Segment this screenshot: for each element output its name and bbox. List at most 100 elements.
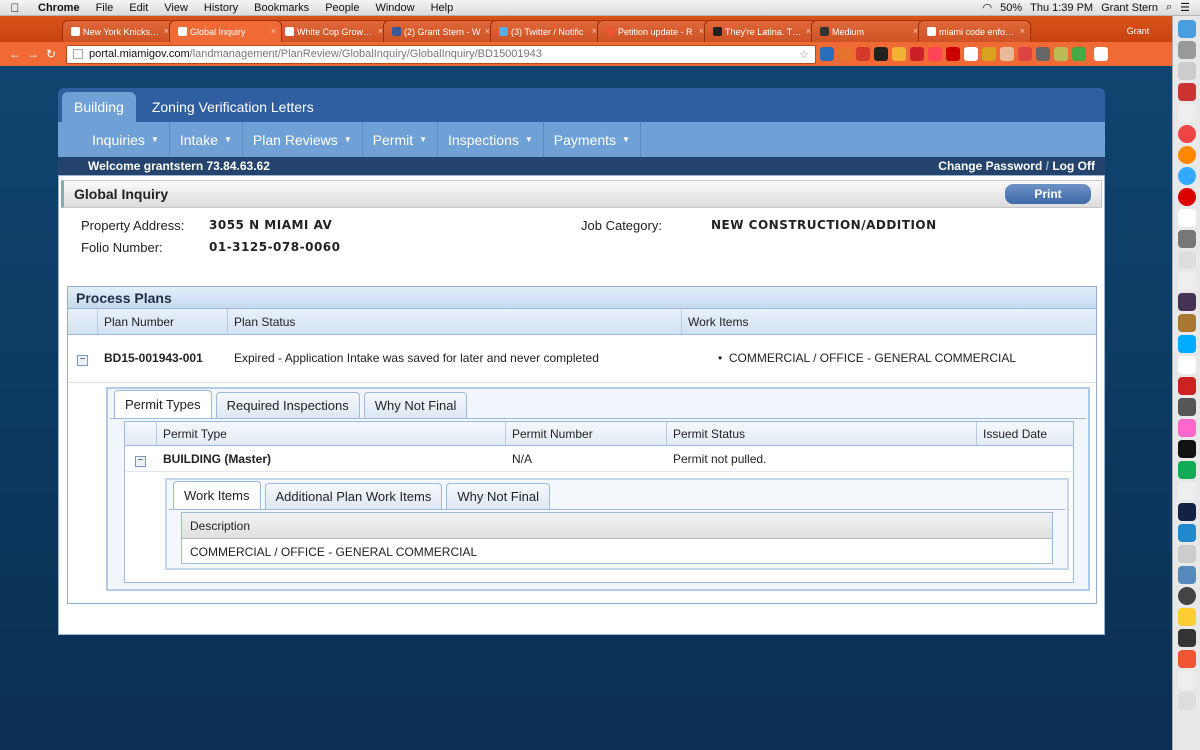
extension-icon[interactable]	[964, 47, 978, 61]
safari-icon[interactable]	[1177, 167, 1196, 185]
browser-tab[interactable]: New York Knicks to ×	[62, 20, 175, 42]
tab-additional-plan-work-items[interactable]: Additional Plan Work Items	[264, 483, 443, 509]
extension-icon[interactable]	[838, 47, 852, 61]
profile-button[interactable]: Grant	[1116, 20, 1166, 42]
menu-file[interactable]: File	[88, 2, 122, 14]
chrome-icon[interactable]	[1177, 125, 1196, 143]
extension-icon[interactable]	[982, 47, 996, 61]
menu-view[interactable]: View	[156, 2, 196, 14]
extension-icon[interactable]	[892, 47, 906, 61]
menu-people[interactable]: People	[317, 2, 367, 14]
launchpad-icon[interactable]	[1177, 41, 1196, 59]
forward-arrow-icon[interactable]: →	[24, 47, 42, 61]
extension-icon[interactable]	[946, 47, 960, 61]
tab-permit-types[interactable]: Permit Types	[114, 390, 212, 418]
menu-edit[interactable]: Edit	[121, 2, 156, 14]
menu-app-name[interactable]: Chrome	[30, 2, 88, 14]
col-issued-date[interactable]: Issued Date	[977, 422, 1073, 445]
itunes-icon[interactable]	[1177, 419, 1196, 437]
tab-building[interactable]: Building	[62, 92, 136, 122]
app-icon[interactable]	[1177, 629, 1196, 647]
extension-icon[interactable]	[874, 47, 888, 61]
close-tab-icon[interactable]: ×	[1020, 26, 1025, 36]
close-tab-icon[interactable]: ×	[271, 26, 276, 36]
collapse-icon[interactable]: −	[135, 456, 146, 467]
tab-required-inspections[interactable]: Required Inspections	[215, 392, 360, 418]
col-plan-number[interactable]: Plan Number	[98, 309, 228, 334]
col-plan-status[interactable]: Plan Status	[228, 309, 682, 334]
opera-icon[interactable]	[1177, 188, 1196, 206]
skype-icon[interactable]	[1177, 335, 1196, 353]
menu-icon[interactable]	[1094, 47, 1108, 61]
app-icon[interactable]	[1177, 251, 1196, 269]
change-password-link[interactable]: Change Password	[938, 159, 1042, 173]
spotlight-icon[interactable]: ⌕	[1166, 1, 1172, 14]
tab-why-not-final[interactable]: Why Not Final	[446, 483, 550, 509]
address-bar[interactable]: portal.miamigov.com/landmanagement/PlanR…	[66, 44, 816, 64]
extension-icon[interactable]	[820, 47, 834, 61]
app-icon[interactable]	[1177, 377, 1196, 395]
acrobat-icon[interactable]	[1177, 482, 1196, 500]
terminal-icon[interactable]	[1177, 440, 1196, 458]
app-icon[interactable]	[1177, 671, 1196, 689]
wifi-icon[interactable]: ◠	[982, 1, 992, 14]
app-icon[interactable]	[1177, 209, 1196, 227]
app-icon[interactable]	[1177, 83, 1196, 101]
apple-menu-icon[interactable]: 	[0, 1, 30, 15]
photoshop-icon[interactable]	[1177, 503, 1196, 521]
app-icon[interactable]	[1177, 398, 1196, 416]
tab-why-not-final[interactable]: Why Not Final	[363, 392, 468, 418]
nav-permit[interactable]: Permit ▼	[363, 122, 439, 157]
log-off-link[interactable]: Log Off	[1052, 159, 1095, 173]
app-icon[interactable]	[1177, 104, 1196, 122]
bookmark-star-icon[interactable]: ☆	[799, 48, 809, 61]
menu-clock[interactable]: Thu 1:39 PM	[1030, 2, 1093, 14]
reload-icon[interactable]: ↻	[42, 47, 60, 61]
app-icon[interactable]	[1177, 272, 1196, 290]
trash-icon[interactable]	[1177, 692, 1196, 710]
calendar-icon[interactable]	[1177, 356, 1196, 374]
nav-plan-reviews[interactable]: Plan Reviews ▼	[243, 122, 363, 157]
extension-icon[interactable]	[928, 47, 942, 61]
col-permit-number[interactable]: Permit Number	[506, 422, 667, 445]
battery-percent[interactable]: 50%	[1000, 2, 1022, 14]
app-icon[interactable]	[1177, 608, 1196, 626]
extension-icon[interactable]	[1072, 47, 1086, 61]
extension-icon[interactable]	[1018, 47, 1032, 61]
collapse-icon[interactable]: −	[77, 355, 88, 366]
nav-inspections[interactable]: Inspections ▼	[438, 122, 544, 157]
app-icon[interactable]	[1177, 230, 1196, 248]
nav-payments[interactable]: Payments ▼	[544, 122, 641, 157]
pinterest-icon[interactable]	[910, 47, 924, 61]
col-permit-type[interactable]: Permit Type	[157, 422, 506, 445]
menu-help[interactable]: Help	[423, 2, 462, 14]
nav-inquiries[interactable]: Inquiries ▼	[82, 122, 170, 157]
browser-tab-active[interactable]: Global Inquiry ×	[169, 20, 282, 42]
browser-tab[interactable]: They're Latina. Thei ×	[704, 20, 817, 42]
firefox-icon[interactable]	[1177, 146, 1196, 164]
nav-intake[interactable]: Intake ▼	[170, 122, 243, 157]
calculator-icon[interactable]	[1177, 62, 1196, 80]
extension-icon[interactable]	[1000, 47, 1014, 61]
menu-bookmarks[interactable]: Bookmarks	[246, 2, 317, 14]
menu-user[interactable]: Grant Stern	[1101, 2, 1158, 14]
tab-work-items[interactable]: Work Items	[173, 481, 261, 509]
menu-window[interactable]: Window	[367, 2, 422, 14]
col-work-items[interactable]: Work Items	[682, 309, 1096, 334]
browser-tab[interactable]: White Cop Growing ×	[276, 20, 389, 42]
app-icon[interactable]	[1177, 650, 1196, 668]
finder-icon[interactable]	[1177, 20, 1196, 38]
col-permit-status[interactable]: Permit Status	[667, 422, 977, 445]
app-icon[interactable]	[1177, 566, 1196, 584]
extension-icon[interactable]	[856, 47, 870, 61]
browser-tab[interactable]: Medium ×	[811, 20, 924, 42]
back-arrow-icon[interactable]: ←	[6, 47, 24, 61]
app-icon[interactable]	[1177, 524, 1196, 542]
tab-zoning-verification-letters[interactable]: Zoning Verification Letters	[140, 92, 326, 122]
browser-tab[interactable]: Petition update - R ×	[597, 20, 710, 42]
app-icon[interactable]	[1177, 293, 1196, 311]
extension-icon[interactable]	[1054, 47, 1068, 61]
col-description[interactable]: Description	[182, 513, 1052, 539]
list-icon[interactable]: ☰	[1180, 1, 1190, 14]
app-icon[interactable]	[1177, 587, 1196, 605]
